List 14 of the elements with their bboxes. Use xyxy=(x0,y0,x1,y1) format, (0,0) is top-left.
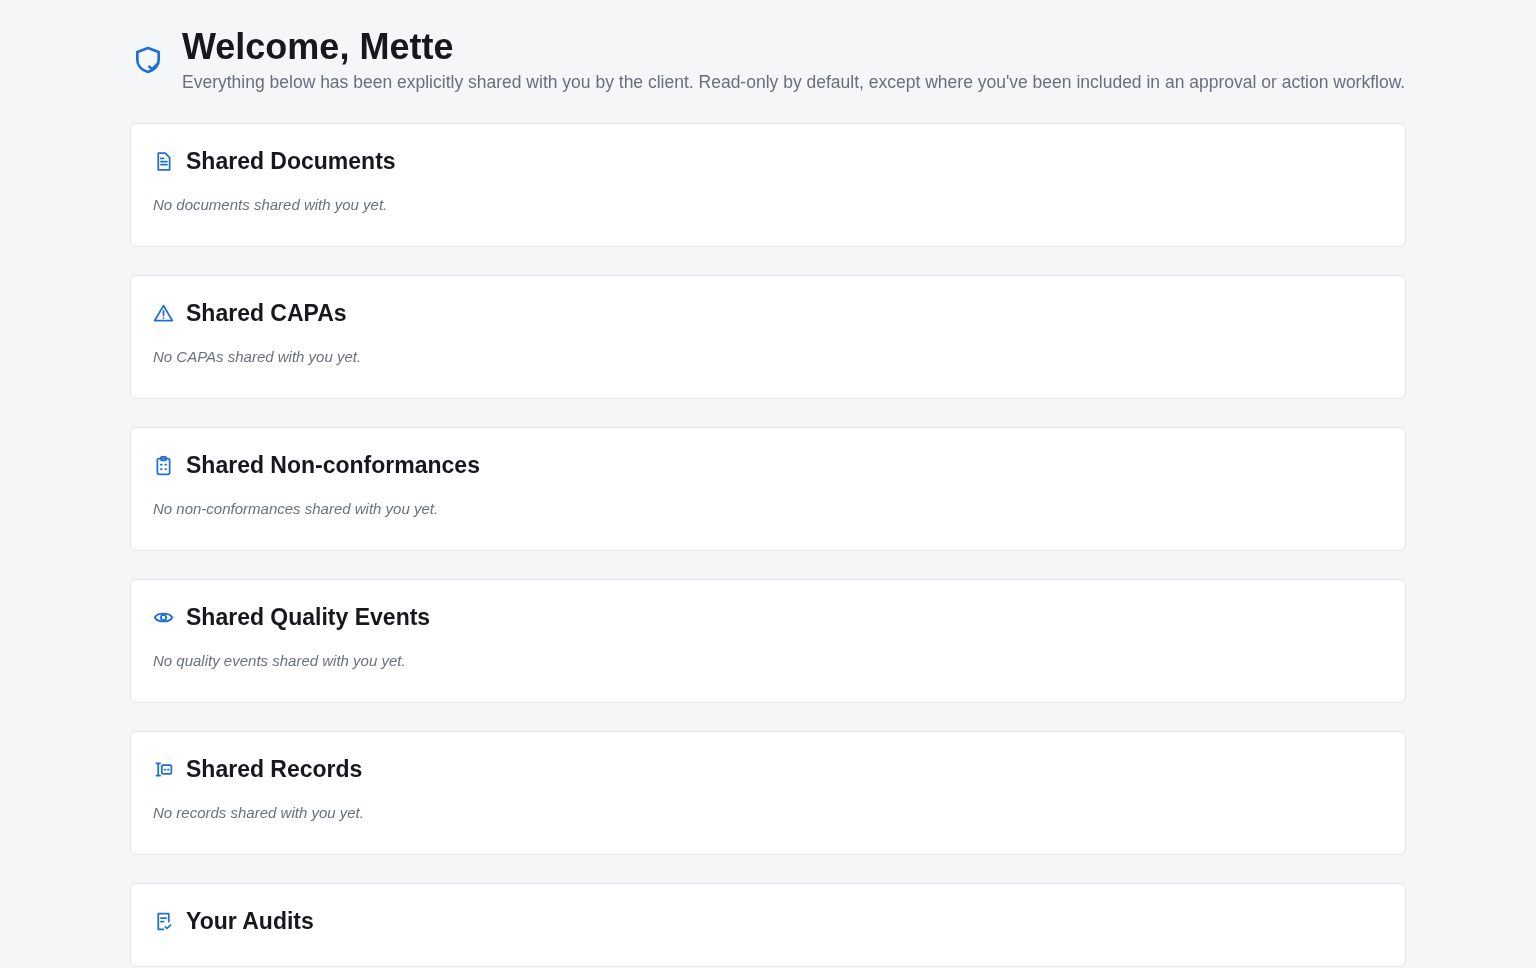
welcome-title: Welcome, Mette xyxy=(182,25,455,69)
warning-icon xyxy=(153,302,174,324)
empty-message: No records shared with you yet. xyxy=(153,803,365,823)
section-title: Your Audits xyxy=(186,907,314,936)
section-title: Shared Documents xyxy=(186,147,396,176)
empty-message: No non-conformances shared with you yet. xyxy=(153,499,440,519)
empty-message: No documents shared with you yet. xyxy=(153,195,389,215)
empty-message: No CAPAs shared with you yet. xyxy=(153,347,363,367)
section-title: Shared Quality Events xyxy=(186,603,431,632)
empty-message: No quality events shared with you yet. xyxy=(153,651,407,671)
welcome-subtitle: Everything below has been explicitly shared with you by the client. Read-only by default, except where you've been included in an approval or action workflow. xyxy=(182,71,1406,94)
section-title: Shared CAPAs xyxy=(186,299,347,328)
section-title: Shared Non-conformances xyxy=(186,451,480,480)
section-title: Shared Records xyxy=(186,755,363,784)
